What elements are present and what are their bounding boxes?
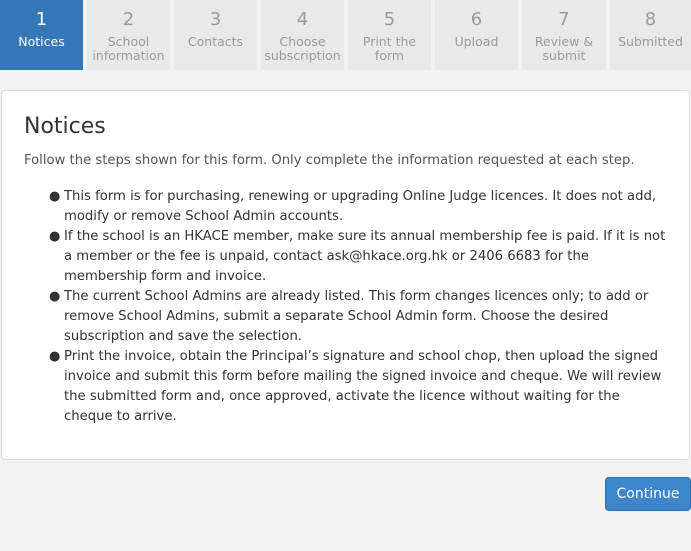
step-number: 8 xyxy=(644,9,657,30)
list-item: ● If the school is an HKACE member, make… xyxy=(49,227,672,287)
step-label: Submitted xyxy=(618,34,683,49)
continue-button[interactable]: Continue xyxy=(605,477,691,511)
step-choose-subscription[interactable]: 4 Choose subscription xyxy=(261,0,344,70)
step-submitted[interactable]: 8 Submitted xyxy=(610,0,691,70)
notice-text: The current School Admins are already li… xyxy=(64,289,649,344)
notice-list: ● This form is for purchasing, renewing … xyxy=(49,187,672,427)
step-number: 3 xyxy=(209,9,222,30)
step-notices[interactable]: 1 Notices xyxy=(0,0,83,70)
step-number: 2 xyxy=(122,9,135,30)
step-school-information[interactable]: 2 School information xyxy=(87,0,170,70)
step-label: Notices xyxy=(18,34,65,49)
notice-text: Print the invoice, obtain the Principal’… xyxy=(64,349,662,424)
bullet-icon: ● xyxy=(49,229,61,244)
step-label: Upload xyxy=(454,34,499,49)
step-label: Choose subscription xyxy=(264,34,341,63)
step-label: School information xyxy=(92,34,165,63)
step-label: Review & submit xyxy=(534,34,594,63)
bullet-icon: ● xyxy=(49,349,61,364)
list-item: ● Print the invoice, obtain the Principa… xyxy=(49,347,672,427)
step-number: 6 xyxy=(470,9,483,30)
notice-text: This form is for purchasing, renewing or… xyxy=(64,189,657,224)
bullet-icon: ● xyxy=(49,189,61,204)
notices-panel: Notices Follow the steps shown for this … xyxy=(1,90,690,460)
panel-title: Notices xyxy=(24,114,106,139)
step-upload[interactable]: 6 Upload xyxy=(435,0,518,70)
list-item: ● This form is for purchasing, renewing … xyxy=(49,187,672,227)
step-number: 5 xyxy=(383,9,396,30)
step-number: 1 xyxy=(35,9,48,30)
step-label: Contacts xyxy=(187,34,244,49)
step-review-submit[interactable]: 7 Review & submit xyxy=(522,0,606,70)
step-number: 7 xyxy=(558,9,570,30)
intro-text: Follow the steps shown for this form. On… xyxy=(24,153,635,168)
step-contacts[interactable]: 3 Contacts xyxy=(174,0,257,70)
step-number: 4 xyxy=(296,9,309,30)
bullet-icon: ● xyxy=(49,289,61,304)
step-print-the-form[interactable]: 5 Print the form xyxy=(348,0,431,70)
step-progress-bar: 1 Notices 2 School information 3 Contact… xyxy=(0,0,691,70)
step-label: Print the form xyxy=(362,34,417,63)
notice-text: If the school is an HKACE member, make s… xyxy=(64,229,666,284)
list-item: ● The current School Admins are already … xyxy=(49,287,672,347)
